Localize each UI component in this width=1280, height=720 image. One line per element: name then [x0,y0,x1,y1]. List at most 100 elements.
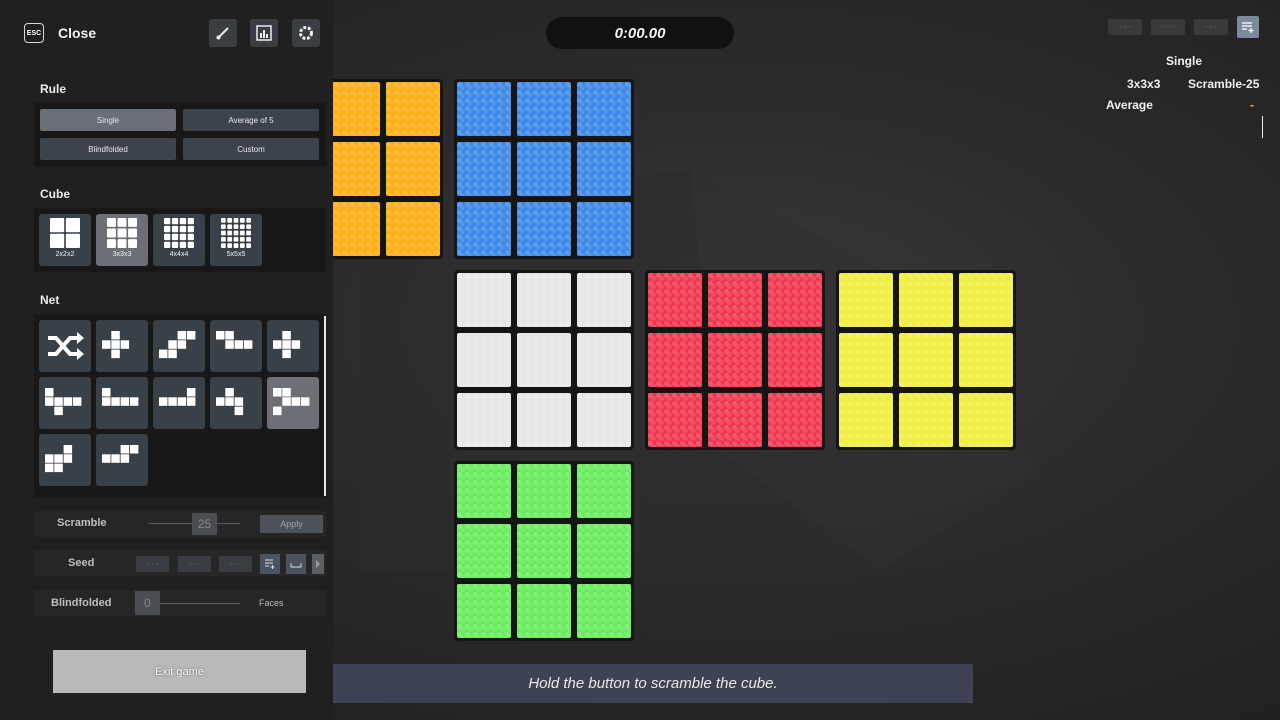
cube-2x2-icon [50,218,80,248]
sticker [899,333,953,387]
sticker [959,333,1013,387]
sticker [386,82,440,136]
cube-4x4-button[interactable]: 4x4x4 [153,214,205,266]
sticker [577,202,631,256]
blindfolded-slider-handle[interactable]: 0 [135,591,160,615]
net-option-6[interactable] [39,377,91,429]
net-shape-icon [102,331,130,359]
net-shape-icon [102,445,139,463]
net-option-8[interactable] [153,377,205,429]
net-option-11[interactable] [39,434,91,486]
seed-list-button[interactable] [260,554,280,574]
net-shape-icon [159,331,196,359]
net-shape-icon [45,445,73,473]
face-blue [454,79,634,259]
sticker [457,584,511,638]
sticker [517,82,571,136]
seed-field-3[interactable]: - - - [219,556,252,572]
sticker [517,584,571,638]
scramble-slider-handle[interactable]: 25 [192,513,217,535]
face-white [454,270,634,450]
seed-label: Seed [68,557,95,569]
net-option-7[interactable] [96,377,148,429]
sticker [577,333,631,387]
net-scrollbar[interactable] [324,316,326,496]
cube-title: Cube [40,187,70,201]
sticker [648,273,702,327]
net-option-3[interactable] [153,320,205,372]
sticker [959,393,1013,447]
sticker [326,202,380,256]
net-option-2[interactable] [96,320,148,372]
brush-icon [216,27,229,40]
sticker [577,82,631,136]
cube-4x4-label: 4x4x4 [169,251,189,258]
rule-custom-button[interactable]: Custom [183,138,319,160]
sticker [648,333,702,387]
sticker [326,82,380,136]
timer-display: 0:00.00 [546,17,734,49]
brush-button[interactable] [209,19,237,47]
rule-average-button[interactable]: Average of 5 [183,109,319,131]
net-shape-icon [216,331,253,349]
stats-scrollbar[interactable] [1262,116,1263,138]
net-option-12[interactable] [96,434,148,486]
sticker [457,464,511,518]
rule-blindfolded-button[interactable]: Blindfolded [40,138,176,160]
list-add-icon [1242,22,1254,33]
sticker [899,273,953,327]
net-option-1[interactable] [39,320,91,372]
net-shape-icon [273,388,310,416]
sticker [517,333,571,387]
sticker [577,524,631,578]
stats-cube: 3x3x3 [1127,77,1161,91]
stats-list-button[interactable] [1237,16,1259,38]
sticker [577,273,631,327]
net-option-4[interactable] [210,320,262,372]
net-shape-icon [216,388,244,416]
cube-3x3-button[interactable]: 3x3x3 [96,214,148,266]
sticker [577,142,631,196]
stat-slot-3: - - - [1194,19,1228,35]
face-red [645,270,825,450]
sticker [839,333,893,387]
sticker [517,524,571,578]
seed-field-2[interactable]: - - - [178,556,211,572]
net-shape-icon [102,388,139,406]
cube-5x5-button[interactable]: 5x5x5 [210,214,262,266]
net-option-9[interactable] [210,377,262,429]
sticker [386,142,440,196]
sticker [959,273,1013,327]
esc-key-icon[interactable]: ESC [24,23,44,43]
cube-2x2-button[interactable]: 2x2x2 [39,214,91,266]
settings-button[interactable] [292,19,320,47]
sticker [517,393,571,447]
cube-4x4-icon [164,218,194,248]
sticker [577,464,631,518]
sticker [768,393,822,447]
seed-space-button[interactable] [286,554,306,574]
faces-label: Faces [259,598,284,608]
seed-next-button[interactable] [312,554,324,574]
blindfolded-label: Blindfolded [51,597,112,609]
apply-button[interactable]: Apply [260,515,323,533]
net-option-5[interactable] [267,320,319,372]
close-button[interactable]: Close [58,25,96,41]
exit-game-button[interactable]: Exit game [53,650,306,693]
sticker [457,202,511,256]
rule-single-button[interactable]: Single [40,109,176,131]
sticker [386,202,440,256]
stats-button[interactable] [250,19,278,47]
face-green [454,461,634,641]
stat-slot-2: - - - [1151,19,1185,35]
stats-scramble: Scramble-25 [1188,77,1260,91]
sticker [517,273,571,327]
rule-title: Rule [40,82,67,96]
net-title: Net [40,293,60,307]
net-option-10[interactable] [267,377,319,429]
seed-field-1[interactable]: - - - [136,556,169,572]
sticker [708,393,762,447]
blindfolded-slider-track[interactable] [160,603,240,604]
sticker [457,142,511,196]
sticker [839,393,893,447]
